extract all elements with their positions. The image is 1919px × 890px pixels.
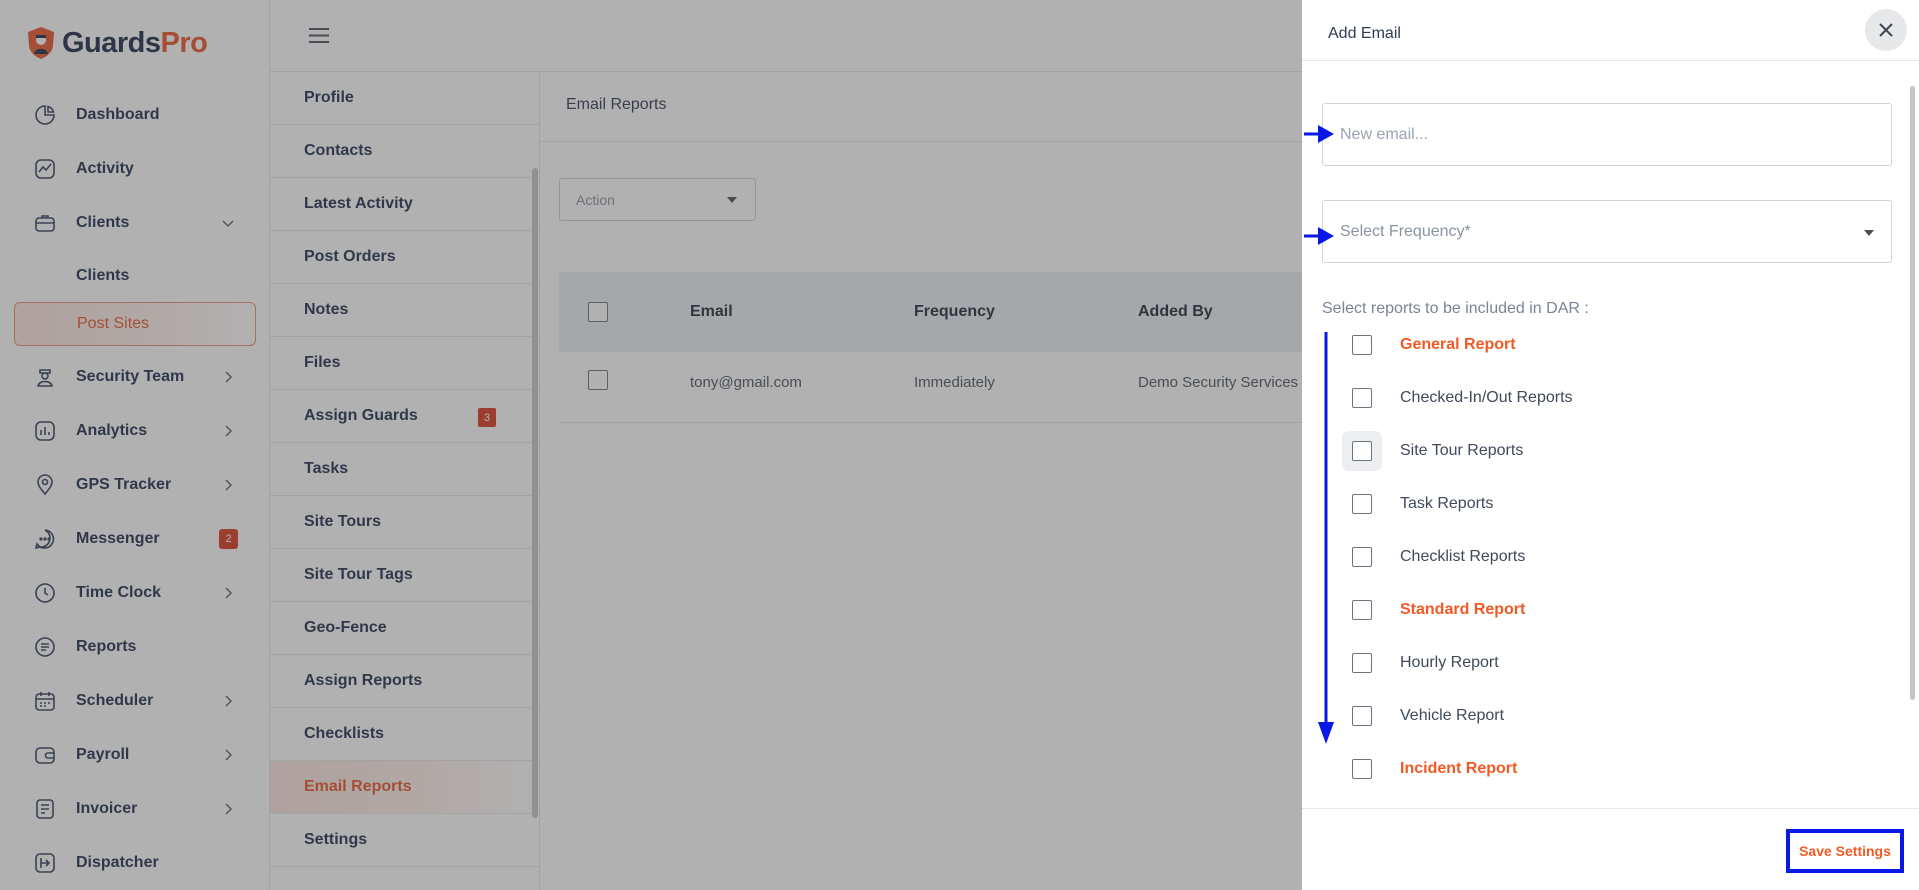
report-option-checklist[interactable]: Checklist Reports xyxy=(1350,530,1850,583)
frequency-select-placeholder: Select Frequency* xyxy=(1340,222,1471,240)
report-label: Incident Report xyxy=(1400,759,1518,777)
report-checkbox[interactable] xyxy=(1352,599,1372,620)
report-checkbox[interactable] xyxy=(1352,493,1372,514)
report-label: Hourly Report xyxy=(1400,653,1499,671)
annotation-arrow-right-icon xyxy=(1304,125,1334,143)
report-label: Checked-In/Out Reports xyxy=(1400,388,1573,406)
report-label: Vehicle Report xyxy=(1400,706,1505,724)
report-label: General Report xyxy=(1400,335,1516,353)
report-label: Standard Report xyxy=(1400,600,1526,618)
report-label: Site Tour Reports xyxy=(1400,441,1524,459)
close-button[interactable] xyxy=(1865,9,1907,51)
drawer-scrollbar[interactable] xyxy=(1910,86,1915,700)
report-option-vehicle[interactable]: Vehicle Report xyxy=(1350,689,1850,742)
report-option-standard-report[interactable]: Standard Report xyxy=(1350,583,1850,636)
dar-report-list: General Report Checked-In/Out Reports Si… xyxy=(1350,318,1850,795)
divider xyxy=(1302,60,1919,61)
save-settings-button[interactable]: Save Settings xyxy=(1786,829,1904,873)
divider xyxy=(1302,808,1919,809)
drawer-title: Add Email xyxy=(1328,25,1401,42)
add-email-drawer: Add Email Select Frequency* Select repor… xyxy=(1302,0,1919,890)
report-option-general-report[interactable]: General Report xyxy=(1350,318,1850,371)
caret-down-icon xyxy=(1864,230,1874,236)
report-label: Task Reports xyxy=(1400,494,1494,512)
report-checkbox[interactable] xyxy=(1352,652,1372,673)
report-checkbox[interactable] xyxy=(1352,334,1372,355)
report-option-incident-report[interactable]: Incident Report xyxy=(1350,742,1850,795)
report-option-hourly[interactable]: Hourly Report xyxy=(1350,636,1850,689)
annotation-arrow-right-icon xyxy=(1304,227,1334,245)
report-checkbox[interactable] xyxy=(1352,546,1372,567)
annotation-arrow-down-icon xyxy=(1318,332,1334,744)
dar-reports-label: Select reports to be included in DAR : xyxy=(1322,300,1589,317)
new-email-input[interactable] xyxy=(1322,103,1892,166)
report-label: Checklist Reports xyxy=(1400,547,1526,565)
report-option-task[interactable]: Task Reports xyxy=(1350,477,1850,530)
report-option-site-tour[interactable]: Site Tour Reports xyxy=(1350,424,1850,477)
report-checkbox[interactable] xyxy=(1352,387,1372,408)
close-icon xyxy=(1879,23,1893,37)
report-option-checked-in-out[interactable]: Checked-In/Out Reports xyxy=(1350,371,1850,424)
report-checkbox[interactable] xyxy=(1352,705,1372,726)
report-checkbox[interactable] xyxy=(1352,440,1372,461)
report-checkbox[interactable] xyxy=(1352,758,1372,779)
frequency-select[interactable]: Select Frequency* xyxy=(1322,200,1892,263)
